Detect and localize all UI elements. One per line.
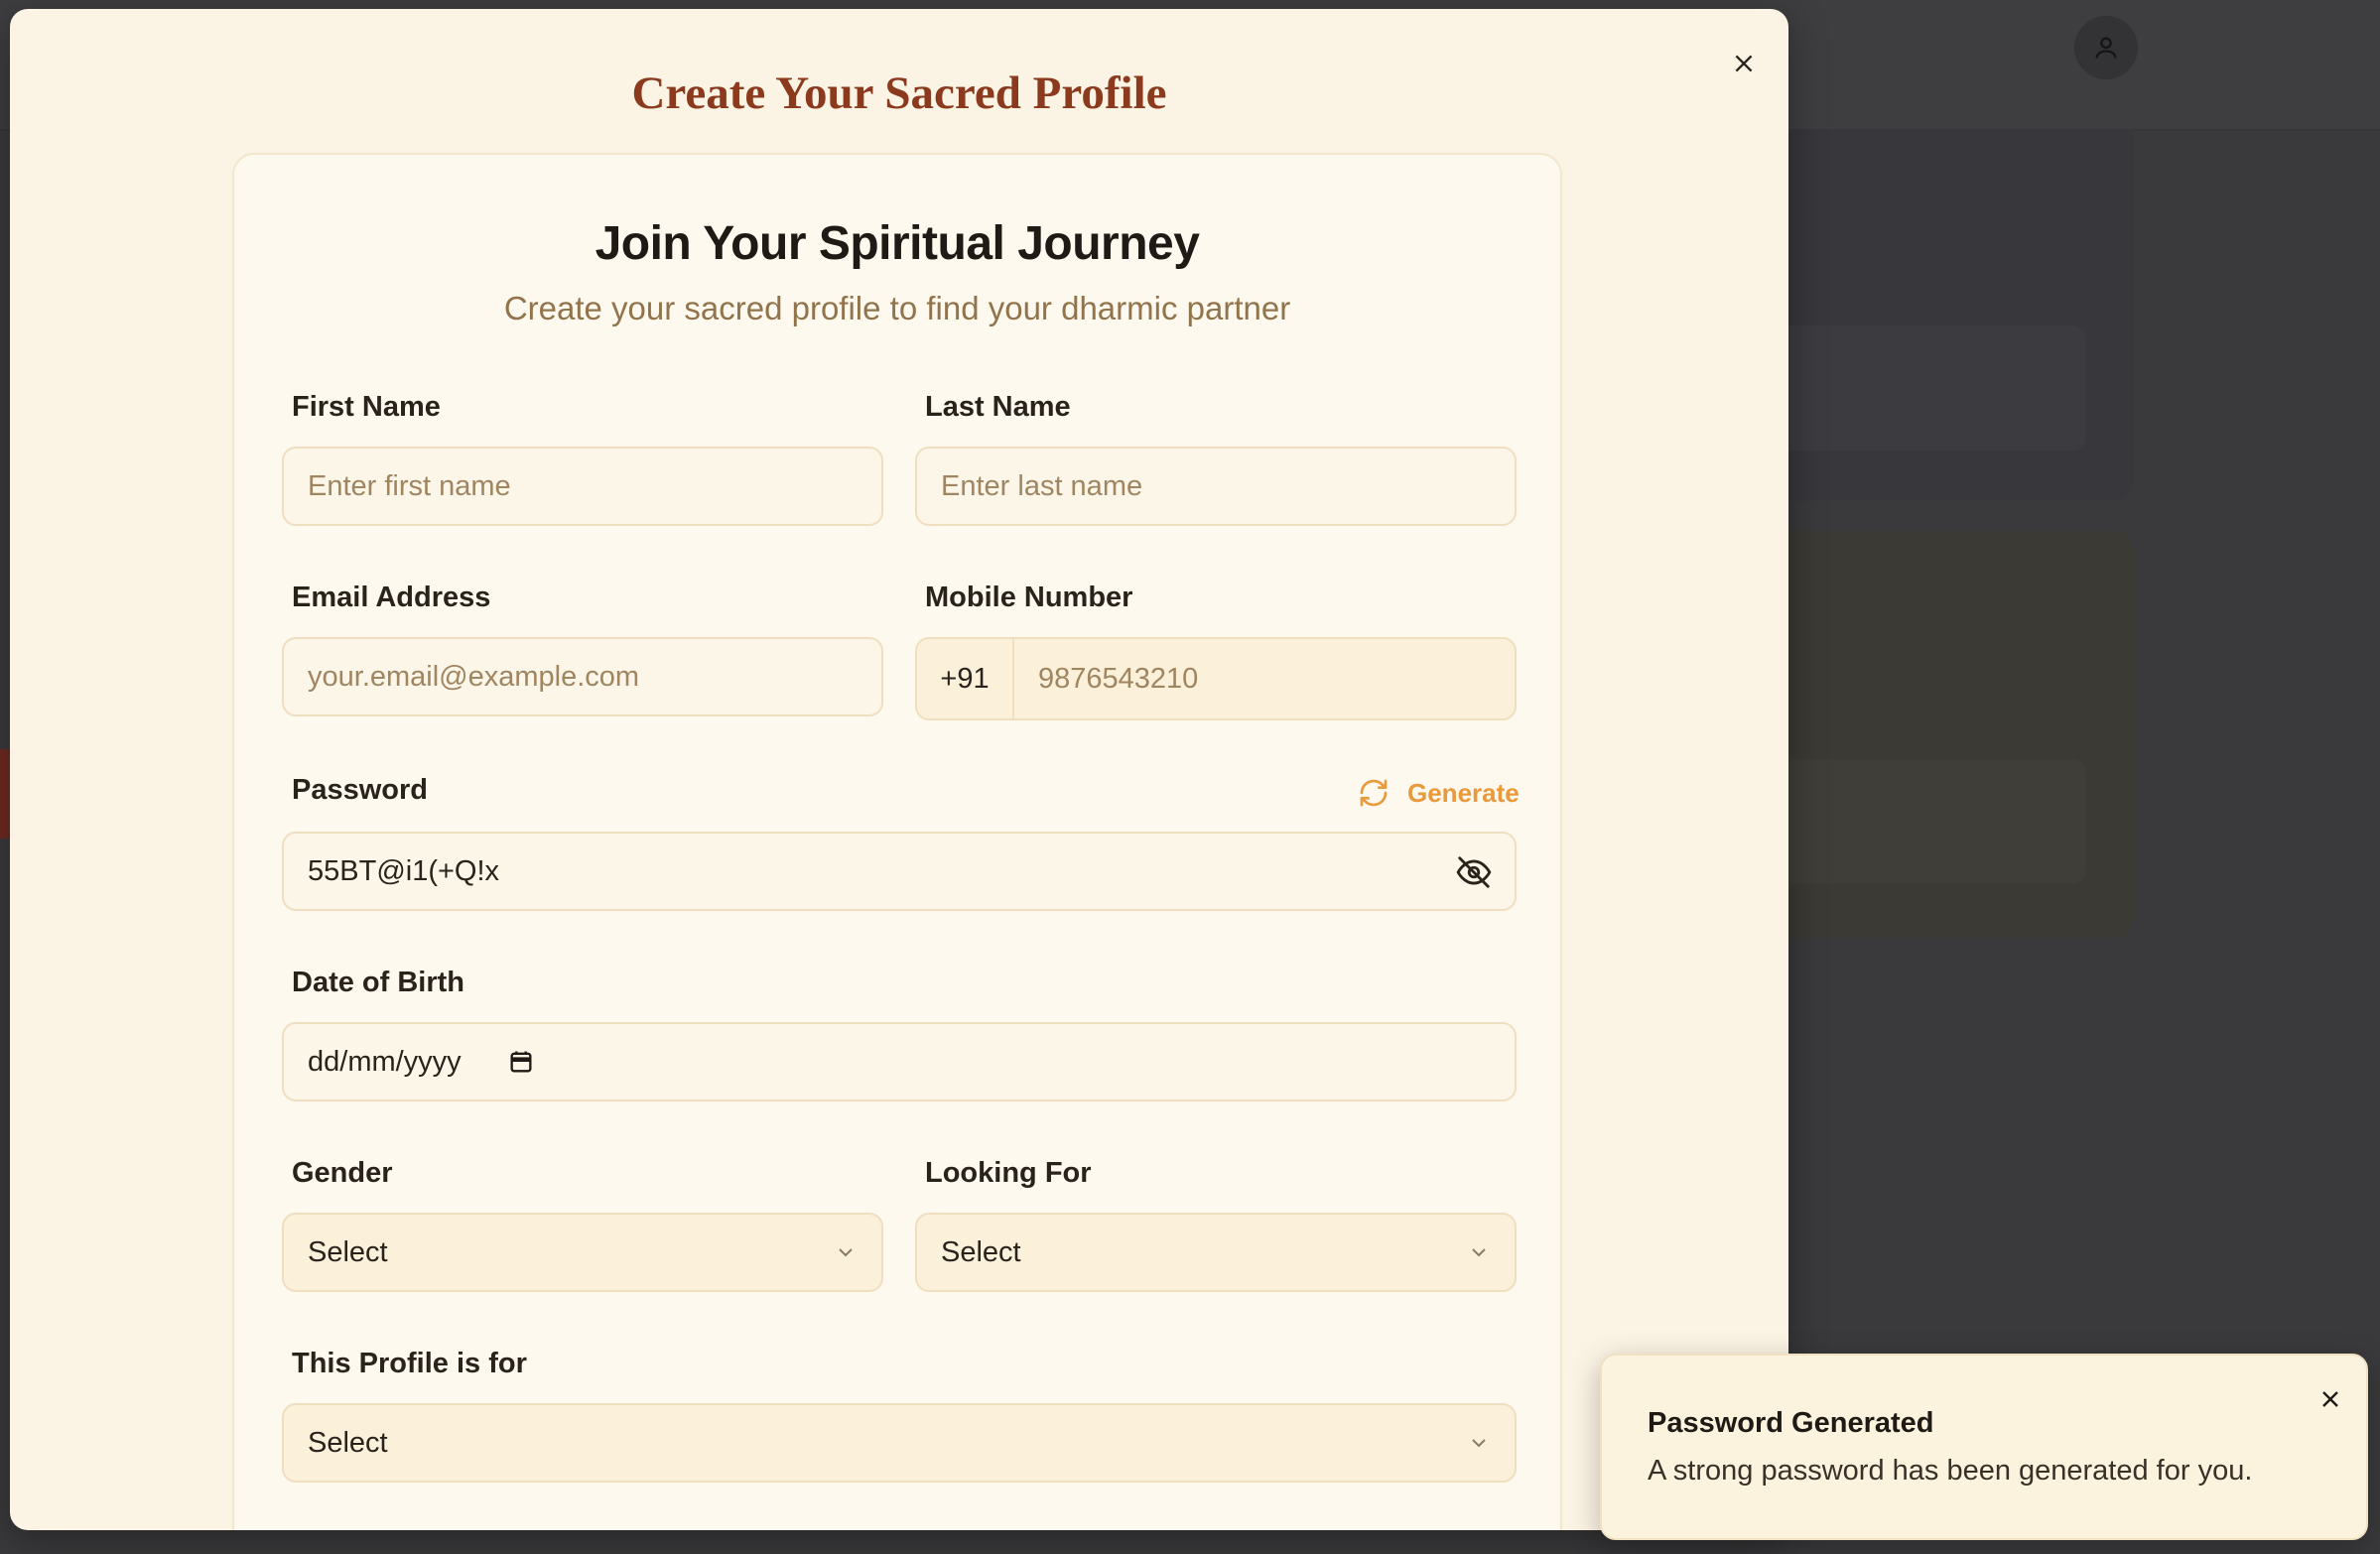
toast-notification: Password Generated A strong password has… [1600, 1354, 2368, 1540]
email-label: Email Address [292, 582, 491, 613]
calendar-icon[interactable] [507, 1048, 535, 1076]
email-input[interactable] [282, 637, 883, 716]
gender-select[interactable]: Select [282, 1213, 883, 1292]
close-icon [2322, 1391, 2338, 1407]
looking-for-selected: Select [941, 1235, 1021, 1268]
mobile-input[interactable]: 9876543210 [1014, 663, 1515, 696]
dob-label: Date of Birth [292, 967, 464, 998]
signup-modal: Create Your Sacred Profile Join Your Spi… [10, 9, 1788, 1530]
background-card-inner [1777, 325, 2086, 451]
background-card-inner [1777, 759, 2086, 884]
looking-for-label: Looking For [925, 1157, 1092, 1189]
user-avatar[interactable] [2074, 16, 2138, 79]
first-name-label: First Name [292, 391, 441, 423]
dob-placeholder: dd/mm/yyyy [308, 1045, 462, 1078]
background-accent [0, 749, 10, 839]
eye-off-icon[interactable] [1455, 853, 1493, 891]
chevron-down-icon [839, 1248, 853, 1257]
generate-password-button[interactable]: Generate [1358, 768, 1520, 818]
toast-title: Password Generated [1648, 1407, 1934, 1439]
chevron-down-icon [1472, 1248, 1486, 1257]
generate-label: Generate [1407, 777, 1520, 808]
toast-message: A strong password has been generated for… [1648, 1455, 2253, 1487]
user-icon [2095, 37, 2117, 59]
password-label: Password [292, 774, 428, 806]
password-input[interactable]: 55BT@i1(+Q!x [282, 832, 1517, 911]
first-name-input[interactable] [282, 447, 883, 526]
refresh-icon [1360, 779, 1388, 807]
last-name-input[interactable] [915, 447, 1517, 526]
form-subheading: Create your sacred profile to find your … [503, 290, 1291, 326]
password-value: 55BT@i1(+Q!x [308, 854, 500, 887]
country-code[interactable]: +91 [917, 639, 1014, 718]
looking-for-select[interactable]: Select [915, 1213, 1517, 1292]
toast-close-button[interactable] [2313, 1381, 2348, 1417]
dob-input[interactable]: dd/mm/yyyy [282, 1022, 1517, 1101]
gender-selected: Select [308, 1235, 388, 1268]
chevron-down-icon [1472, 1439, 1486, 1448]
modal-title: Create Your Sacred Profile [631, 67, 1167, 119]
profile-for-label: This Profile is for [292, 1348, 527, 1379]
last-name-label: Last Name [925, 391, 1071, 423]
form-heading: Join Your Spiritual Journey [595, 217, 1200, 270]
signup-form-card: Join Your Spiritual Journey Create your … [232, 153, 1562, 1530]
profile-for-select[interactable]: Select [282, 1403, 1517, 1483]
gender-label: Gender [292, 1157, 393, 1189]
profile-for-selected: Select [308, 1426, 388, 1459]
mobile-label: Mobile Number [925, 582, 1133, 613]
mobile-field: +91 9876543210 [915, 637, 1517, 720]
